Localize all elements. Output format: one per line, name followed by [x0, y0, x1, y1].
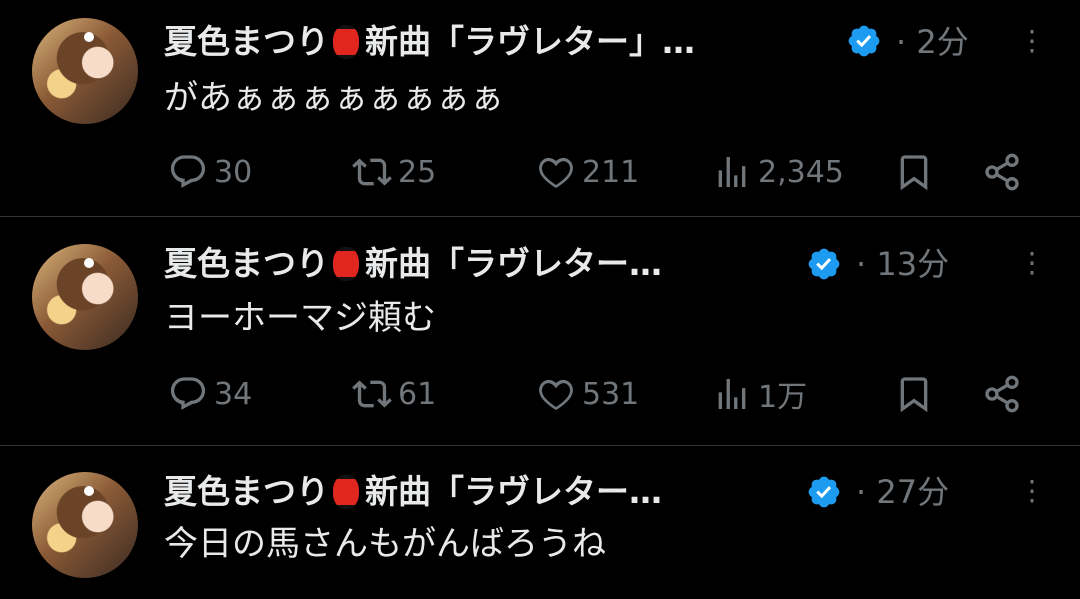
- views-count: 1万: [758, 380, 808, 415]
- lantern-emoji: [333, 247, 359, 281]
- verified-badge-icon: [808, 476, 840, 508]
- verified-badge-icon: [848, 25, 880, 57]
- share-icon: [985, 375, 1019, 413]
- views-button[interactable]: 1万: [712, 368, 807, 420]
- tweet[interactable]: 夏色まつり 新曲「ラヴレター… · 13分 ⋮ ヨーホーマジ頼む 34 61 53…: [0, 240, 1080, 446]
- reply-count: 30: [214, 154, 253, 190]
- bookmark-icon: [900, 155, 928, 191]
- views-icon: [718, 157, 746, 187]
- reply-icon: [170, 155, 206, 188]
- tweet-time[interactable]: · 27分: [856, 470, 949, 514]
- share-icon: [985, 153, 1019, 191]
- views-button[interactable]: 2,345: [712, 146, 844, 198]
- time-value: 13分: [876, 245, 950, 283]
- divider: [0, 445, 1080, 446]
- dot-separator: ·: [856, 473, 867, 511]
- share-button[interactable]: [982, 146, 1022, 198]
- retweet-button[interactable]: 25: [352, 146, 436, 198]
- author-name[interactable]: 夏色まつり 新曲「ラヴレター」…: [164, 20, 695, 64]
- author-display-name: 夏色まつり: [164, 472, 329, 511]
- divider: [0, 216, 1080, 217]
- reply-button[interactable]: 30: [168, 146, 252, 198]
- tweet-text: 今日の馬さんもがんばろうね: [164, 524, 606, 564]
- tweet-time[interactable]: · 2分: [896, 20, 969, 64]
- retweet-count: 25: [398, 154, 437, 190]
- more-dots-icon[interactable]: ⋮: [1018, 246, 1046, 280]
- avatar[interactable]: [32, 18, 138, 124]
- tweet-text: ヨーホーマジ頼む: [164, 298, 436, 338]
- author-name[interactable]: 夏色まつり 新曲「ラヴレター…: [164, 242, 662, 286]
- time-value: 2分: [916, 23, 969, 61]
- avatar[interactable]: [32, 244, 138, 350]
- reply-icon: [170, 377, 206, 410]
- retweet-button[interactable]: 61: [352, 368, 436, 420]
- tweet-time[interactable]: · 13分: [856, 242, 949, 286]
- lantern-emoji: [333, 475, 359, 509]
- bookmark-button[interactable]: [894, 368, 934, 420]
- avatar[interactable]: [32, 472, 138, 578]
- retweet-icon: [352, 380, 392, 408]
- author-name-suffix: 新曲「ラヴレター…: [365, 472, 662, 511]
- author-display-name: 夏色まつり: [164, 244, 329, 283]
- verified-badge-icon: [808, 248, 840, 280]
- more-dots-icon[interactable]: ⋮: [1018, 474, 1046, 508]
- like-button[interactable]: 531: [536, 368, 639, 420]
- views-icon: [718, 379, 746, 409]
- author-name-suffix: 新曲「ラヴレター…: [365, 244, 662, 283]
- like-count: 211: [582, 154, 640, 190]
- views-count: 2,345: [758, 154, 844, 190]
- time-value: 27分: [876, 473, 950, 511]
- author-name-suffix: 新曲「ラヴレター」…: [365, 22, 695, 61]
- like-button[interactable]: 211: [536, 146, 639, 198]
- tweet-text: があぁぁぁぁぁぁぁぁ: [164, 78, 504, 118]
- bookmark-icon: [900, 377, 928, 413]
- like-count: 531: [582, 376, 640, 412]
- reply-button[interactable]: 34: [168, 368, 252, 420]
- tweet-actions: 30 25 211 2,345: [0, 146, 1080, 198]
- tweet[interactable]: 夏色まつり 新曲「ラヴレター」… · 2分 ⋮ があぁぁぁぁぁぁぁぁ 30 25 …: [0, 10, 1080, 216]
- author-name[interactable]: 夏色まつり 新曲「ラヴレター…: [164, 470, 662, 514]
- dot-separator: ·: [856, 245, 867, 283]
- retweet-count: 61: [398, 376, 437, 412]
- dot-separator: ·: [896, 23, 907, 61]
- share-button[interactable]: [982, 368, 1022, 420]
- reply-count: 34: [214, 376, 253, 412]
- tweet-actions: 34 61 531 1万: [0, 368, 1080, 420]
- heart-icon: [539, 379, 573, 410]
- lantern-emoji: [333, 25, 359, 59]
- bookmark-button[interactable]: [894, 146, 934, 198]
- author-display-name: 夏色まつり: [164, 22, 329, 61]
- tweet[interactable]: 夏色まつり 新曲「ラヴレター… · 27分 ⋮ 今日の馬さんもがんばろうね: [0, 466, 1080, 599]
- heart-icon: [539, 157, 573, 188]
- retweet-icon: [352, 158, 392, 186]
- more-dots-icon[interactable]: ⋮: [1018, 24, 1046, 58]
